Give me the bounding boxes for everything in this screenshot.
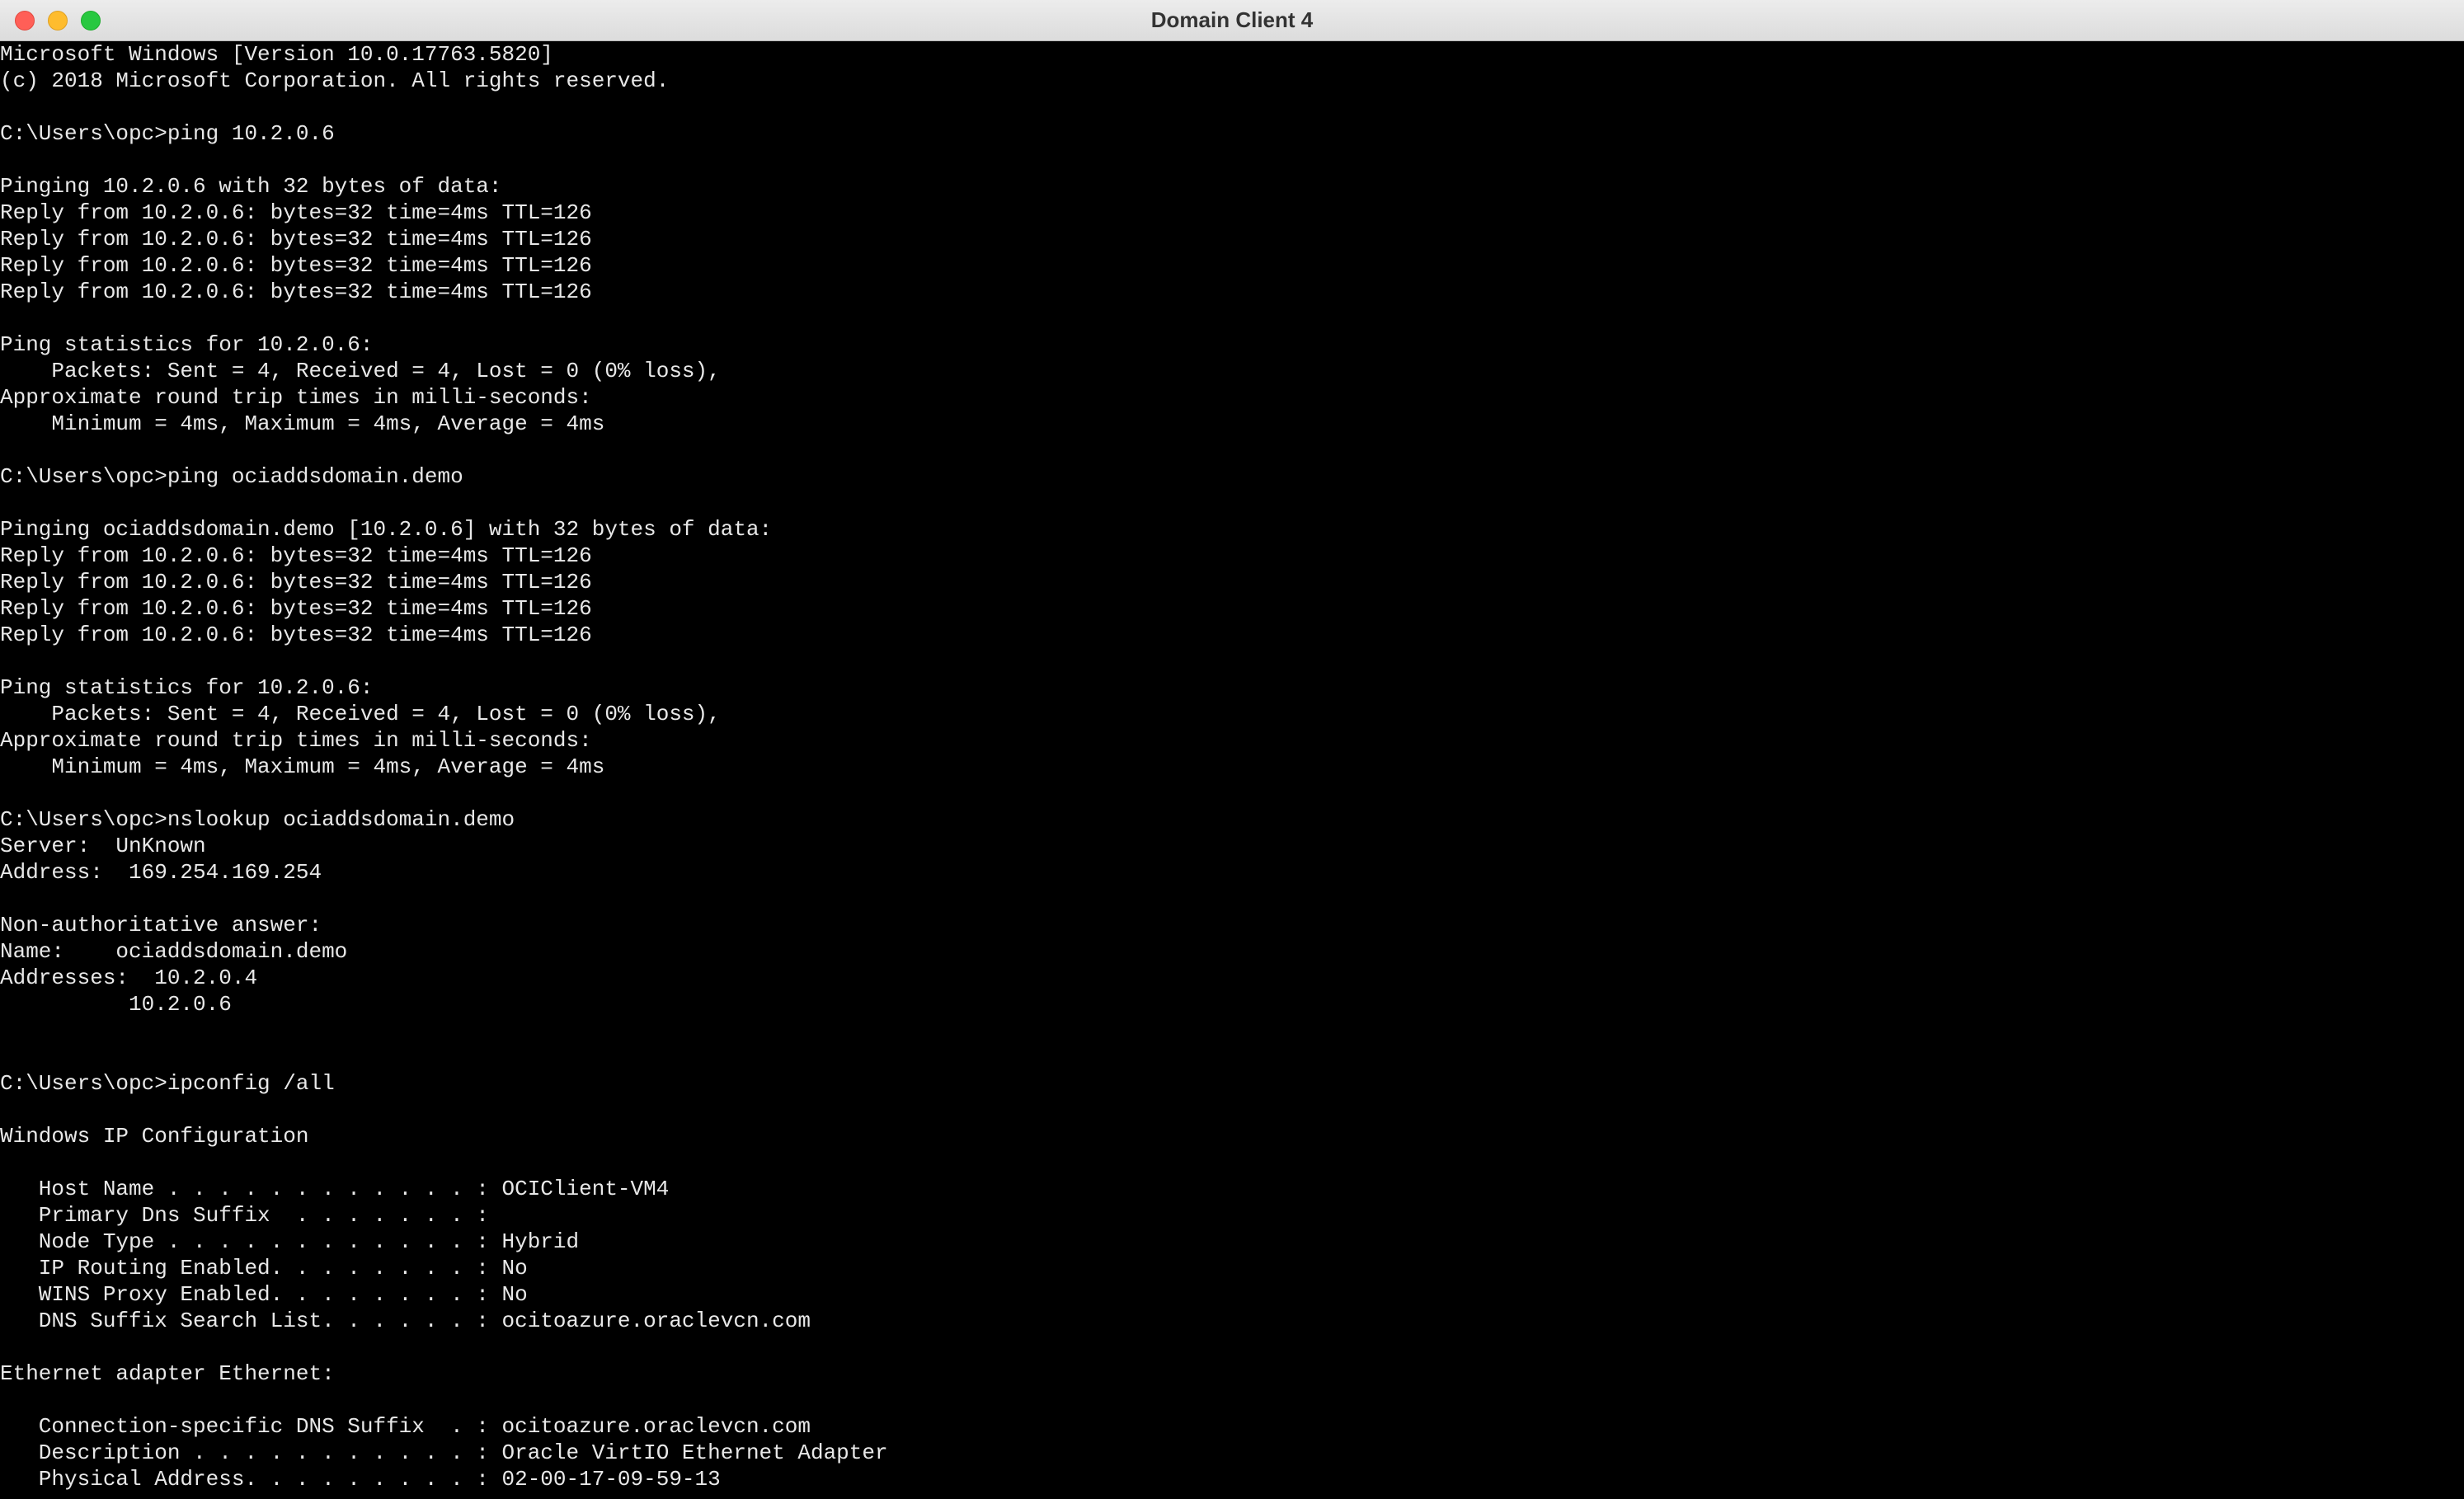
terminal-line bbox=[0, 1044, 2464, 1070]
terminal-line: DNS Suffix Search List. . . . . . : ocit… bbox=[0, 1308, 2464, 1334]
terminal-line: (c) 2018 Microsoft Corporation. All righ… bbox=[0, 68, 2464, 94]
terminal-line: IP Routing Enabled. . . . . . . . : No bbox=[0, 1255, 2464, 1281]
terminal-line bbox=[0, 147, 2464, 173]
terminal-line bbox=[0, 1017, 2464, 1044]
terminal-line: Approximate round trip times in milli-se… bbox=[0, 384, 2464, 411]
terminal-line: Server: UnKnown bbox=[0, 833, 2464, 859]
terminal-line bbox=[0, 1387, 2464, 1413]
terminal-line: Description . . . . . . . . . . . : Orac… bbox=[0, 1440, 2464, 1466]
terminal-line: Reply from 10.2.0.6: bytes=32 time=4ms T… bbox=[0, 226, 2464, 252]
terminal-line: Physical Address. . . . . . . . . : 02-0… bbox=[0, 1466, 2464, 1492]
terminal-line: Name: ociaddsdomain.demo bbox=[0, 938, 2464, 965]
terminal-line: Packets: Sent = 4, Received = 4, Lost = … bbox=[0, 701, 2464, 727]
terminal-line: Minimum = 4ms, Maximum = 4ms, Average = … bbox=[0, 411, 2464, 437]
terminal-line: Ethernet adapter Ethernet: bbox=[0, 1360, 2464, 1387]
terminal-line: Minimum = 4ms, Maximum = 4ms, Average = … bbox=[0, 754, 2464, 780]
terminal-line: Host Name . . . . . . . . . . . . : OCIC… bbox=[0, 1176, 2464, 1202]
terminal-line: Microsoft Windows [Version 10.0.17763.58… bbox=[0, 41, 2464, 68]
terminal-line: Reply from 10.2.0.6: bytes=32 time=4ms T… bbox=[0, 252, 2464, 279]
terminal-output[interactable]: Microsoft Windows [Version 10.0.17763.58… bbox=[0, 41, 2464, 1499]
terminal-line: Reply from 10.2.0.6: bytes=32 time=4ms T… bbox=[0, 543, 2464, 569]
terminal-line: Connection-specific DNS Suffix . : ocito… bbox=[0, 1413, 2464, 1440]
terminal-line bbox=[0, 1149, 2464, 1176]
terminal-line: Non-authoritative answer: bbox=[0, 912, 2464, 938]
window-controls bbox=[15, 11, 101, 31]
terminal-line bbox=[0, 780, 2464, 806]
terminal-line: C:\Users\opc>ping 10.2.0.6 bbox=[0, 120, 2464, 147]
terminal-line: Addresses: 10.2.0.4 bbox=[0, 965, 2464, 991]
terminal-line bbox=[0, 1334, 2464, 1360]
terminal-line: Reply from 10.2.0.6: bytes=32 time=4ms T… bbox=[0, 279, 2464, 305]
terminal-line: WINS Proxy Enabled. . . . . . . . : No bbox=[0, 1281, 2464, 1308]
terminal-line: Pinging ociaddsdomain.demo [10.2.0.6] wi… bbox=[0, 516, 2464, 543]
window-title: Domain Client 4 bbox=[0, 7, 2464, 33]
terminal-line bbox=[0, 437, 2464, 463]
terminal-line: Ping statistics for 10.2.0.6: bbox=[0, 674, 2464, 701]
maximize-icon[interactable] bbox=[81, 11, 101, 31]
terminal-line: Ping statistics for 10.2.0.6: bbox=[0, 331, 2464, 358]
terminal-line bbox=[0, 94, 2464, 120]
window-titlebar: Domain Client 4 bbox=[0, 0, 2464, 41]
terminal-line: Pinging 10.2.0.6 with 32 bytes of data: bbox=[0, 173, 2464, 200]
terminal-line: Windows IP Configuration bbox=[0, 1123, 2464, 1149]
terminal-line: Approximate round trip times in milli-se… bbox=[0, 727, 2464, 754]
terminal-line: Packets: Sent = 4, Received = 4, Lost = … bbox=[0, 358, 2464, 384]
terminal-line: Reply from 10.2.0.6: bytes=32 time=4ms T… bbox=[0, 622, 2464, 648]
terminal-line: Address: 169.254.169.254 bbox=[0, 859, 2464, 886]
minimize-icon[interactable] bbox=[48, 11, 68, 31]
terminal-line: 10.2.0.6 bbox=[0, 991, 2464, 1017]
terminal-line bbox=[0, 648, 2464, 674]
terminal-line: Reply from 10.2.0.6: bytes=32 time=4ms T… bbox=[0, 595, 2464, 622]
terminal-line: Reply from 10.2.0.6: bytes=32 time=4ms T… bbox=[0, 200, 2464, 226]
close-icon[interactable] bbox=[15, 11, 35, 31]
terminal-line bbox=[0, 305, 2464, 331]
terminal-line: Node Type . . . . . . . . . . . . : Hybr… bbox=[0, 1229, 2464, 1255]
terminal-line: Reply from 10.2.0.6: bytes=32 time=4ms T… bbox=[0, 569, 2464, 595]
terminal-line: Primary Dns Suffix . . . . . . . : bbox=[0, 1202, 2464, 1229]
terminal-line bbox=[0, 886, 2464, 912]
terminal-line bbox=[0, 490, 2464, 516]
terminal-line: C:\Users\opc>ping ociaddsdomain.demo bbox=[0, 463, 2464, 490]
terminal-line: C:\Users\opc>nslookup ociaddsdomain.demo bbox=[0, 806, 2464, 833]
terminal-line bbox=[0, 1097, 2464, 1123]
terminal-line: C:\Users\opc>ipconfig /all bbox=[0, 1070, 2464, 1097]
